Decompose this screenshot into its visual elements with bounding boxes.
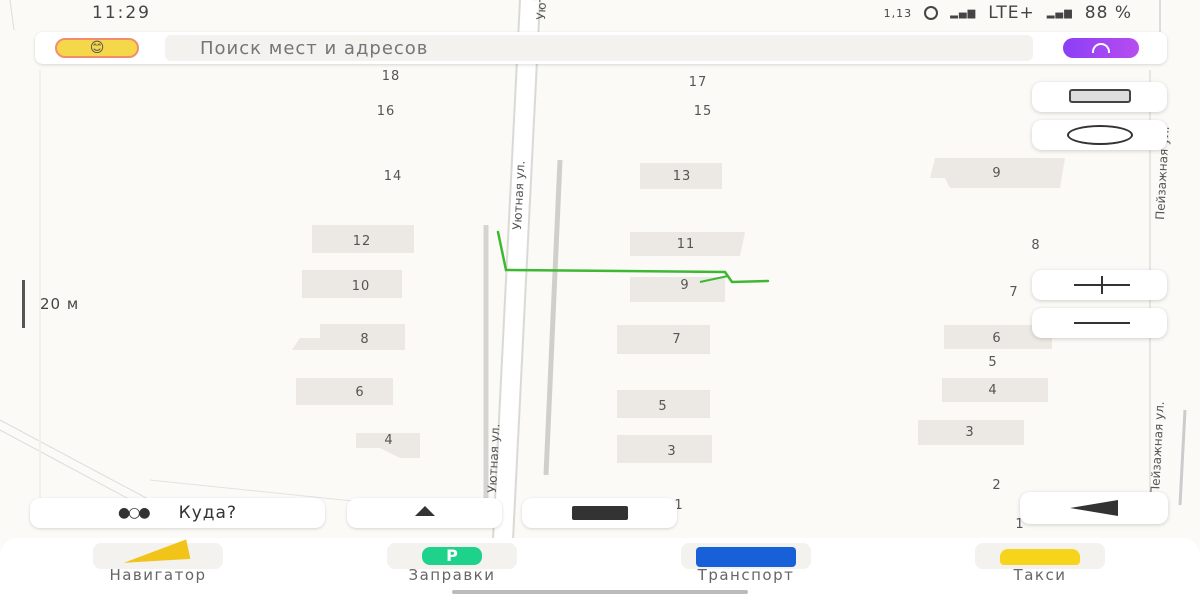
- tab-label: Такси: [1013, 566, 1067, 584]
- building: [617, 435, 712, 463]
- house-number: 7: [1009, 285, 1018, 300]
- avatar[interactable]: 😊: [55, 38, 139, 58]
- signal-icon: ▂▄▆: [950, 7, 977, 19]
- house-number: 17: [689, 75, 708, 90]
- layers-icon: [1069, 89, 1131, 103]
- home-button[interactable]: [347, 498, 502, 528]
- house-number: 5: [658, 399, 667, 414]
- house-number: 4: [988, 383, 997, 398]
- alarm-icon: [924, 6, 939, 20]
- search-bar: 😊: [35, 32, 1167, 64]
- house-number: 8: [360, 332, 369, 347]
- house-number: 13: [673, 169, 692, 184]
- work-button[interactable]: [522, 498, 677, 528]
- where-to-label: Куда?: [178, 503, 237, 523]
- building: [630, 277, 725, 302]
- house-number: 10: [352, 279, 371, 294]
- house-number: 3: [965, 425, 974, 440]
- my-location-button[interactable]: [1020, 492, 1168, 524]
- signal-icon: ▂▄▆: [1046, 7, 1073, 19]
- tab-taxi[interactable]: Такси: [950, 538, 1130, 600]
- tab-navigator[interactable]: Навигатор: [68, 538, 248, 600]
- map-road-minor: [1178, 409, 1187, 506]
- search-input[interactable]: [165, 35, 1033, 61]
- navigation-arrow-icon: [1070, 500, 1118, 516]
- house-number: 15: [694, 104, 713, 119]
- tab-label: Транспорт: [697, 566, 795, 584]
- network-type: LTE+: [988, 3, 1035, 23]
- zoom-out-button[interactable]: [1032, 308, 1167, 338]
- layers-button[interactable]: [1032, 82, 1167, 112]
- map-road-minor: [0, 419, 151, 501]
- house-number: 11: [677, 237, 696, 252]
- home-indicator: [452, 590, 748, 594]
- house-number: 2: [992, 478, 1001, 493]
- house-number: 18: [382, 69, 401, 84]
- sidewalk: [543, 159, 563, 476]
- scale-bar: [22, 280, 25, 328]
- zoom-in-button[interactable]: [1032, 270, 1167, 300]
- house-number: 4: [384, 433, 393, 448]
- taxi-icon: [1000, 549, 1080, 565]
- building: [296, 378, 393, 405]
- tab-label: Заправки: [408, 566, 496, 584]
- tab-label: Навигатор: [109, 566, 207, 584]
- route-dots-icon: ●○●: [118, 505, 151, 521]
- house-number: 9: [992, 166, 1001, 181]
- house-number: 9: [680, 278, 689, 293]
- briefcase-icon: [571, 506, 628, 520]
- battery-level: 88 %: [1084, 3, 1132, 23]
- speech-bubble-icon: [1067, 125, 1133, 145]
- buildings: [292, 158, 1065, 463]
- house-number: 12: [353, 234, 372, 249]
- minus-icon: [1074, 322, 1130, 324]
- status-indicators: 1,13 ▂▄▆ LTE+ ▂▄▆ 88 %: [884, 3, 1132, 23]
- data-rate: 1,13: [883, 6, 913, 20]
- where-to-button[interactable]: ●○● Куда?: [30, 498, 325, 528]
- house-number: 8: [1031, 238, 1040, 253]
- scale-label: 20 м: [40, 295, 80, 313]
- voice-assistant-button[interactable]: [1063, 38, 1139, 58]
- home-icon: [414, 506, 435, 516]
- house-number: 14: [384, 169, 403, 184]
- building: [617, 325, 710, 354]
- road-events-button[interactable]: [1032, 120, 1167, 150]
- house-number: 6: [992, 331, 1001, 346]
- status-bar: 11:29 1,13 ▂▄▆ LTE+ ▂▄▆ 88 %: [0, 0, 1200, 28]
- plus-icon: [1101, 276, 1103, 294]
- house-number: 16: [377, 104, 396, 119]
- map-road-minor: [0, 429, 141, 506]
- building: [292, 324, 405, 350]
- house-number: 3: [667, 444, 676, 459]
- bus-icon: [696, 547, 796, 567]
- house-number: 5: [988, 355, 997, 370]
- fuel-icon: P: [422, 547, 482, 565]
- house-number: 7: [672, 332, 681, 347]
- house-number: 6: [355, 385, 364, 400]
- status-time: 11:29: [92, 3, 151, 23]
